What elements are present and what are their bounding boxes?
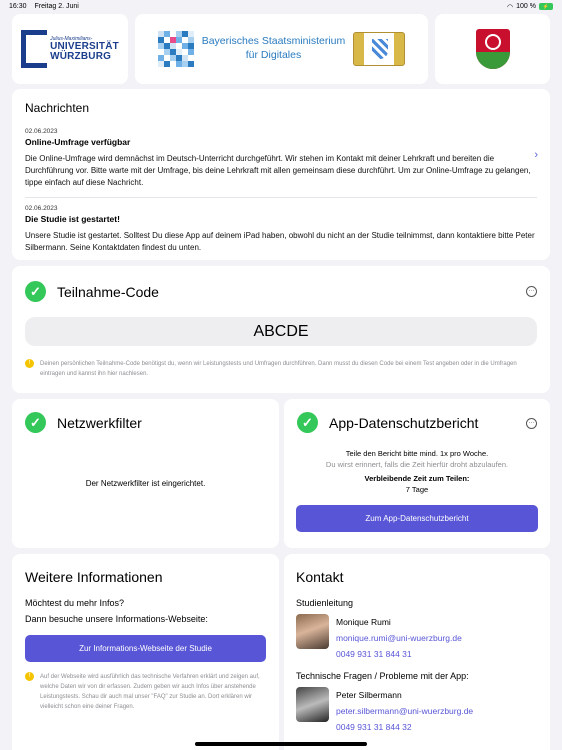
- remaining-time-value: 7 Tage: [405, 485, 429, 494]
- contact-person-1: Monique Rumi monique.rumi@uni-wuerzburg.…: [296, 614, 462, 662]
- news-item-2[interactable]: 02.06.2023 Die Studie ist gestartet! Uns…: [25, 205, 537, 254]
- contact-phone-link[interactable]: 0049 931 31 844 31: [336, 646, 462, 662]
- contact-group-study-lead: Studienleitung: [296, 598, 354, 608]
- contact-person-2: Peter Silbermann peter.silbermann@uni-wu…: [296, 687, 473, 735]
- lightbulb-icon: !: [25, 672, 34, 681]
- contact-email-link[interactable]: peter.silbermann@uni-wuerzburg.de: [336, 703, 473, 719]
- more-info-question: Möchtest du mehr Infos?: [25, 598, 125, 608]
- privacy-reminder-note: Du wirst erinnert, falls die Zeit hierfü…: [325, 460, 509, 469]
- ministry-logo: Bayerisches Staatsministerium für Digita…: [157, 31, 406, 67]
- participation-code-card: ✓ Teilnahme-Code … ABCDE ! Deinen persön…: [12, 266, 550, 393]
- ministry-logo-card: Bayerisches Staatsministerium für Digita…: [135, 14, 428, 84]
- checkmark-icon: ✓: [297, 412, 318, 433]
- more-info-instruction: Dann besuche unsere Informations-Webseit…: [25, 614, 208, 624]
- contact-group-technical: Technische Fragen / Probleme mit der App…: [296, 671, 469, 681]
- network-filter-card: ✓ Netzwerkfilter Der Netzwerkfilter ist …: [12, 399, 279, 548]
- network-filter-status: Der Netzwerkfilter ist eingerichtet.: [85, 479, 206, 488]
- status-bar: 16:30 Freitag 2. Juni ◠ 100 % ⚡: [0, 0, 562, 13]
- university-logo-line3: WÜRZBURG: [50, 50, 112, 62]
- news-card[interactable]: Nachrichten 02.06.2023 Online-Umfrage ve…: [12, 89, 550, 260]
- university-logo-card: Julius-Maximilians- UNIVERSITÄT WÜRZBURG: [12, 14, 128, 84]
- ministry-pixel-mark: [157, 31, 194, 67]
- news-body: Unsere Studie ist gestartet. Solltest Du…: [25, 231, 535, 252]
- battery-icon: ⚡: [539, 3, 553, 10]
- news-divider: [25, 197, 537, 198]
- participation-code-value: ABCDE: [25, 317, 537, 346]
- status-date: Freitag 2. Juni: [34, 3, 79, 10]
- more-icon[interactable]: …: [526, 418, 537, 429]
- contact-card: Kontakt Studienleitung Monique Rumi moni…: [284, 554, 550, 750]
- chevron-right-icon[interactable]: ›: [534, 149, 538, 161]
- privacy-report-card: ✓ App-Datenschutzbericht … Teile den Ber…: [284, 399, 550, 548]
- ministry-name-line1: Bayerisches Staatsministerium: [201, 35, 346, 48]
- privacy-report-title: App-Datenschutzbericht: [329, 414, 479, 431]
- university-logo-line2: UNIVERSITÄT: [50, 40, 119, 52]
- university-mark: [21, 30, 48, 68]
- checkmark-icon: ✓: [25, 412, 46, 433]
- contact-name: Monique Rumi: [336, 617, 391, 627]
- contact-email-link[interactable]: monique.rumi@uni-wuerzburg.de: [336, 630, 462, 646]
- more-icon[interactable]: …: [526, 286, 537, 297]
- privacy-report-button[interactable]: Zum App-Datenschutzbericht: [296, 505, 538, 532]
- news-title: Nachrichten: [25, 101, 90, 115]
- news-item-1[interactable]: 02.06.2023 Online-Umfrage verfügbar Die …: [25, 128, 537, 189]
- status-time: 16:30: [9, 3, 27, 10]
- checkmark-icon: ✓: [25, 281, 46, 302]
- ministry-name-line2: für Digitales: [245, 49, 302, 61]
- wifi-icon: ◠: [507, 3, 514, 11]
- network-filter-title: Netzwerkfilter: [57, 414, 142, 431]
- battery-label: 100 %: [516, 3, 536, 10]
- more-info-card: Weitere Informationen Möchtest du mehr I…: [12, 554, 279, 750]
- contact-title: Kontakt: [296, 569, 344, 585]
- avatar: [296, 614, 329, 649]
- remaining-time-label: Verbleibende Zeit zum Teilen:: [364, 474, 470, 483]
- participation-code-title: Teilnahme-Code: [57, 283, 159, 300]
- news-headline: Die Studie ist gestartet!: [25, 214, 120, 224]
- news-body: Die Online-Umfrage wird demnächst im Deu…: [25, 154, 531, 187]
- more-info-title: Weitere Informationen: [25, 569, 163, 585]
- contact-name: Peter Silbermann: [336, 690, 402, 700]
- news-date: 02.06.2023: [25, 205, 58, 212]
- info-website-button[interactable]: Zur Informations-Webseite der Studie: [25, 635, 266, 662]
- news-date: 02.06.2023: [25, 128, 58, 135]
- more-info-hint: Auf der Webseite wird ausführlich das te…: [40, 674, 260, 710]
- contact-phone-link[interactable]: 0049 931 31 844 32: [336, 719, 473, 735]
- participation-hint: Deinen persönlichen Teilnahme-Code benöt…: [40, 361, 517, 377]
- home-indicator[interactable]: [195, 742, 367, 746]
- avatar: [296, 687, 329, 722]
- district-logo-card: [435, 14, 550, 84]
- news-headline: Online-Umfrage verfügbar: [25, 137, 131, 147]
- privacy-share-instruction: Teile den Bericht bitte mind. 1x pro Woc…: [345, 449, 489, 458]
- lightbulb-icon: !: [25, 359, 34, 368]
- bavarian-crest-icon: [353, 32, 406, 66]
- coat-of-arms-icon: [475, 29, 510, 69]
- university-logo: Julius-Maximilians- UNIVERSITÄT WÜRZBURG: [21, 30, 119, 68]
